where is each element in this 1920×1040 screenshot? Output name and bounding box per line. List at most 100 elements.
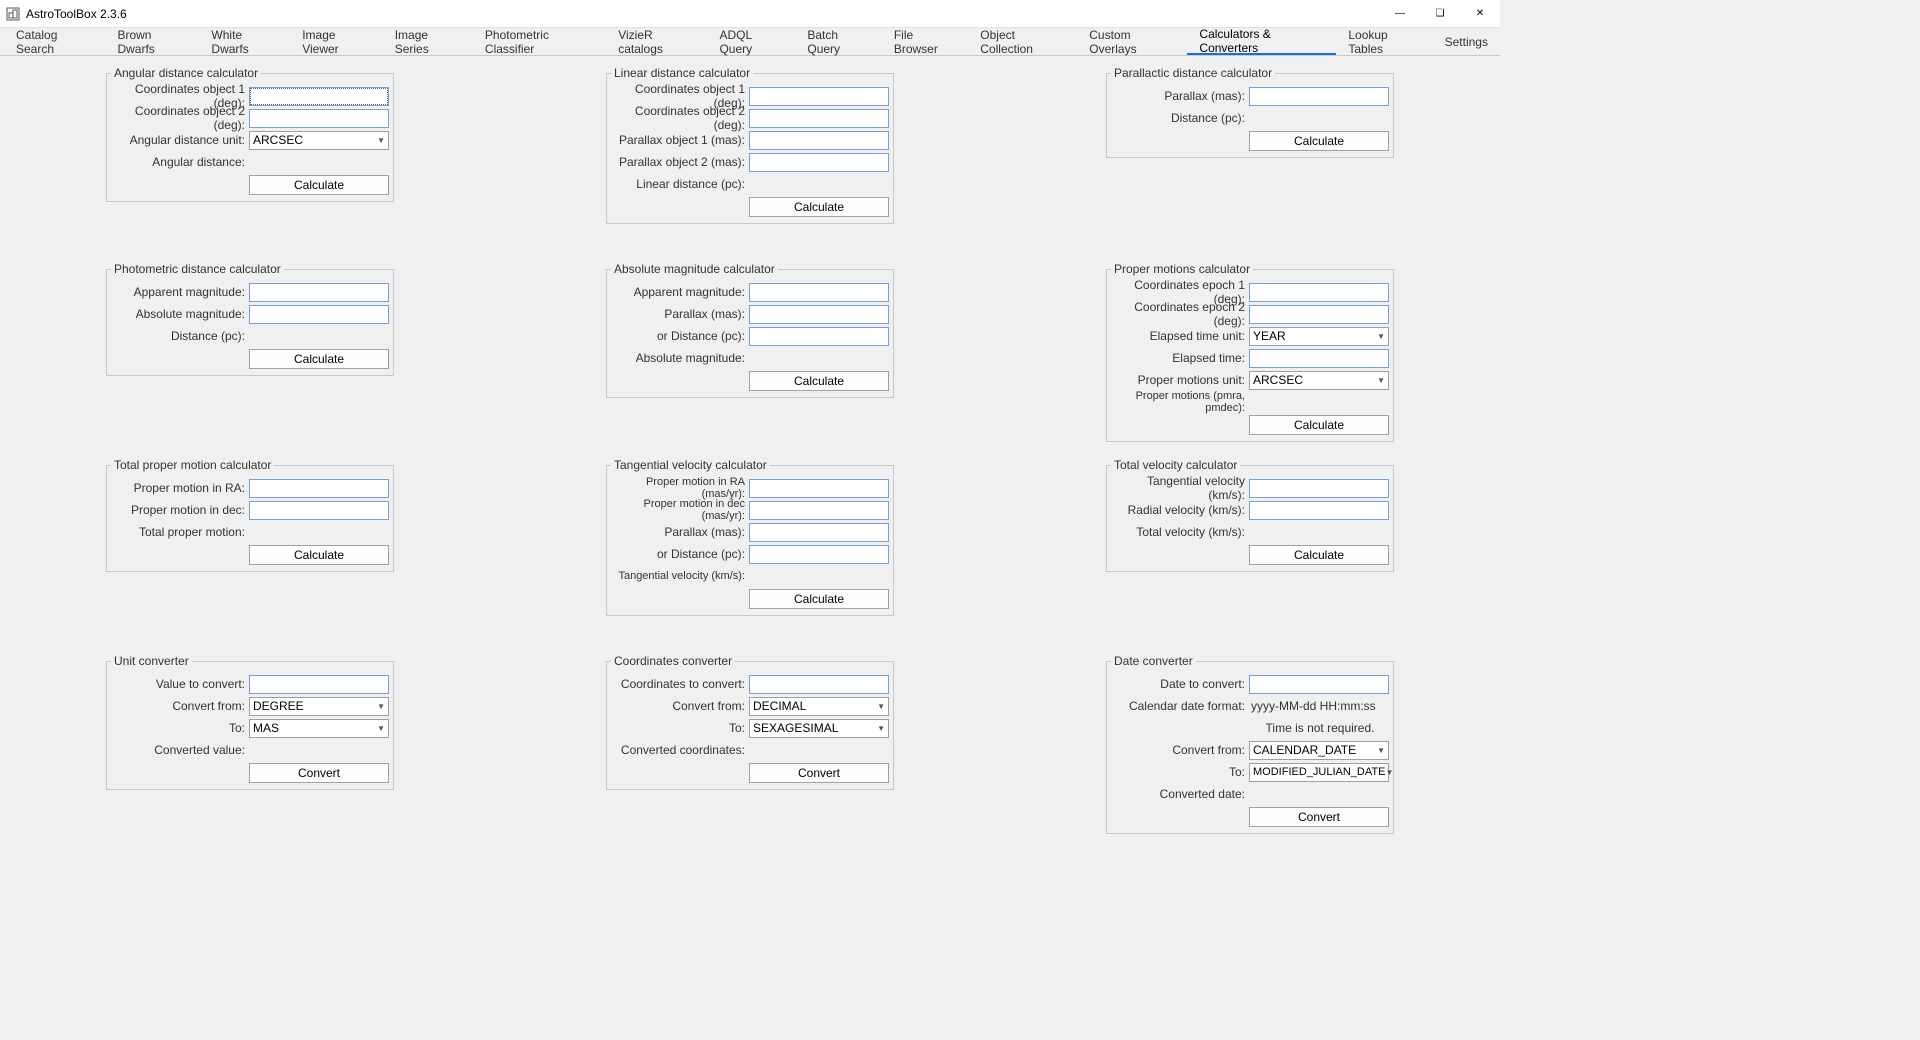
panel-date-converter: Date converter Date to convert: Calendar… <box>1106 654 1394 834</box>
tab-settings[interactable]: Settings <box>1433 28 1500 55</box>
label: To: <box>111 721 249 735</box>
tab-photometric-classifier[interactable]: Photometric Classifier <box>473 28 606 55</box>
calculate-button[interactable]: Calculate <box>1249 545 1389 565</box>
plx2-input[interactable] <box>749 153 889 172</box>
panel-angular-distance: Angular distance calculator Coordinates … <box>106 66 394 202</box>
chevron-down-icon: ▼ <box>1377 332 1385 341</box>
date-input[interactable] <box>1249 675 1389 694</box>
label: Convert from: <box>1111 743 1249 757</box>
convert-button[interactable]: Convert <box>1249 807 1389 827</box>
panel-legend: Absolute magnitude calculator <box>611 262 778 276</box>
label: Proper motion in dec (mas/yr): <box>611 498 749 522</box>
calculate-button[interactable]: Calculate <box>749 589 889 609</box>
calculate-button[interactable]: Calculate <box>1249 131 1389 151</box>
panel-legend: Parallactic distance calculator <box>1111 66 1275 80</box>
calculate-button[interactable]: Calculate <box>249 349 389 369</box>
tab-lookup-tables[interactable]: Lookup Tables <box>1336 28 1432 55</box>
chevron-down-icon: ▼ <box>1385 768 1393 777</box>
calculate-button[interactable]: Calculate <box>749 197 889 217</box>
convert-to-select[interactable]: MODIFIED_JULIAN_DATE▼ <box>1249 763 1389 782</box>
elapsed-time-unit-select[interactable]: YEAR▼ <box>1249 327 1389 346</box>
panel-legend: Date converter <box>1111 654 1196 668</box>
label: Parallax object 2 (mas): <box>611 155 749 169</box>
tab-vizier-catalogs[interactable]: VizieR catalogs <box>606 28 707 55</box>
convert-from-select[interactable]: CALENDAR_DATE▼ <box>1249 741 1389 760</box>
convert-button[interactable]: Convert <box>749 763 889 783</box>
panel-legend: Photometric distance calculator <box>111 262 284 276</box>
calculate-button[interactable]: Calculate <box>1249 415 1389 435</box>
label: Absolute magnitude: <box>611 351 749 365</box>
value-input[interactable] <box>249 675 389 694</box>
parallax-input[interactable] <box>749 523 889 542</box>
appmag-input[interactable] <box>249 283 389 302</box>
panel-linear-distance: Linear distance calculator Coordinates o… <box>606 66 894 224</box>
maximize-button[interactable]: ❏ <box>1420 0 1460 27</box>
coord1-input[interactable] <box>1249 283 1389 302</box>
calculate-button[interactable]: Calculate <box>749 371 889 391</box>
tab-batch-query[interactable]: Batch Query <box>795 28 881 55</box>
convert-from-select[interactable]: DEGREE▼ <box>249 697 389 716</box>
convert-from-select[interactable]: DECIMAL▼ <box>749 697 889 716</box>
tab-white-dwarfs[interactable]: White Dwarfs <box>199 28 290 55</box>
label: Proper motion in dec: <box>111 503 249 517</box>
appmag-input[interactable] <box>749 283 889 302</box>
tab-object-collection[interactable]: Object Collection <box>968 28 1077 55</box>
tab-image-series[interactable]: Image Series <box>383 28 473 55</box>
pmra-input[interactable] <box>749 479 889 498</box>
tab-custom-overlays[interactable]: Custom Overlays <box>1077 28 1187 55</box>
label: Date to convert: <box>1111 677 1249 691</box>
plx1-input[interactable] <box>749 131 889 150</box>
unit-select[interactable]: ARCSEC▼ <box>249 131 389 150</box>
calculate-button[interactable]: Calculate <box>249 175 389 195</box>
panel-photometric-distance: Photometric distance calculator Apparent… <box>106 262 394 376</box>
panel-legend: Coordinates converter <box>611 654 735 668</box>
distance-input[interactable] <box>749 545 889 564</box>
calculate-button[interactable]: Calculate <box>249 545 389 565</box>
distance-input[interactable] <box>749 327 889 346</box>
pmra-input[interactable] <box>249 479 389 498</box>
label: Distance (pc): <box>1111 111 1249 125</box>
convert-to-select[interactable]: MAS▼ <box>249 719 389 738</box>
coord2-input[interactable] <box>1249 305 1389 324</box>
parallax-input[interactable] <box>1249 87 1389 106</box>
label: Coordinates object 2 (deg): <box>611 104 749 132</box>
panel-proper-motions: Proper motions calculator Coordinates ep… <box>1106 262 1394 442</box>
absmag-input[interactable] <box>249 305 389 324</box>
minimize-button[interactable]: — <box>1380 0 1420 27</box>
label: Coordinates to convert: <box>611 677 749 691</box>
tab-adql-query[interactable]: ADQL Query <box>707 28 795 55</box>
chevron-down-icon: ▼ <box>377 136 385 145</box>
tab-calculators-converters[interactable]: Calculators & Converters <box>1187 28 1336 55</box>
tab-file-browser[interactable]: File Browser <box>882 28 968 55</box>
label: Proper motion in RA (mas/yr): <box>611 476 749 500</box>
pm-unit-select[interactable]: ARCSEC▼ <box>1249 371 1389 390</box>
pmdec-input[interactable] <box>749 501 889 520</box>
coord1-input[interactable] <box>249 87 389 106</box>
tanvel-input[interactable] <box>1249 479 1389 498</box>
tab-image-viewer[interactable]: Image Viewer <box>290 28 383 55</box>
pmdec-input[interactable] <box>249 501 389 520</box>
label: Apparent magnitude: <box>611 285 749 299</box>
coord2-input[interactable] <box>749 109 889 128</box>
label: Proper motions unit: <box>1111 373 1249 387</box>
label: Coordinates epoch 2 (deg): <box>1111 300 1249 328</box>
convert-button[interactable]: Convert <box>249 763 389 783</box>
label: Angular distance unit: <box>111 133 249 147</box>
workspace: Angular distance calculator Coordinates … <box>0 56 1500 812</box>
radvel-input[interactable] <box>1249 501 1389 520</box>
coord1-input[interactable] <box>749 87 889 106</box>
elapsed-time-input[interactable] <box>1249 349 1389 368</box>
parallax-input[interactable] <box>749 305 889 324</box>
close-button[interactable]: ✕ <box>1460 0 1500 27</box>
date-format-note: yyyy-MM-dd HH:mm:ss <box>1249 699 1389 713</box>
tab-brown-dwarfs[interactable]: Brown Dwarfs <box>105 28 199 55</box>
panel-coordinates-converter: Coordinates converter Coordinates to con… <box>606 654 894 790</box>
panel-legend: Angular distance calculator <box>111 66 261 80</box>
coord2-input[interactable] <box>249 109 389 128</box>
coords-input[interactable] <box>749 675 889 694</box>
label: Angular distance: <box>111 155 249 169</box>
convert-to-select[interactable]: SEXAGESIMAL▼ <box>749 719 889 738</box>
chevron-down-icon: ▼ <box>877 724 885 733</box>
tab-catalog-search[interactable]: Catalog Search <box>4 28 105 55</box>
label: Proper motions (pmra, pmdec): <box>1111 390 1249 414</box>
